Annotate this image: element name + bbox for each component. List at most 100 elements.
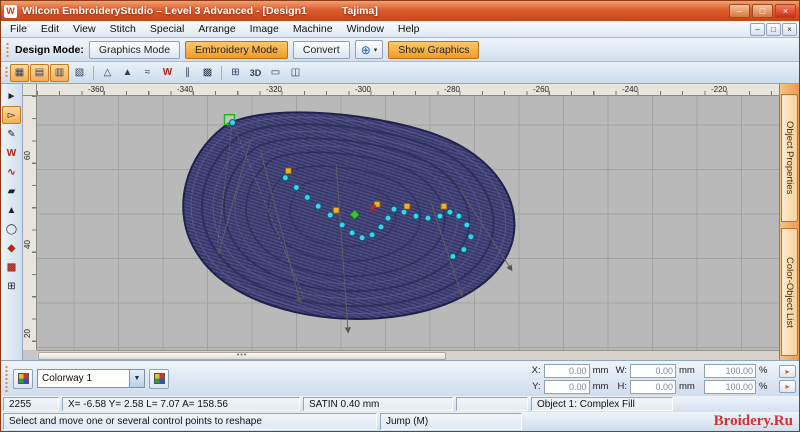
ruler-label: 40 <box>22 240 32 249</box>
x-label: X: <box>531 365 541 376</box>
reshape-tool[interactable]: ▻ <box>2 106 21 124</box>
scrollbar-thumb[interactable]: ••• <box>38 351 447 360</box>
status-bar: 2255 X= -6.58 Y= 2.58 L= 7.07 A= 158.56 … <box>1 396 799 412</box>
wave-stitch-icon[interactable]: ≈ <box>138 64 157 82</box>
colorway-select[interactable]: Colorway 1 ▼ <box>37 369 145 388</box>
design-workspace: -360 -340 -320 -300 -280 -260 -240 -220 … <box>23 84 779 360</box>
menu-file[interactable]: File <box>3 22 34 36</box>
edit-colorways-icon <box>153 373 165 384</box>
overview-window-icon[interactable]: ◫ <box>286 64 305 82</box>
ruler-label: -320 <box>265 85 283 94</box>
docker-tab-strip: Object Properties Color-Object List <box>779 84 799 360</box>
colorway-toolbar: Colorway 1 ▼ X: mm W: mm % Y: mm H: mm %… <box>1 360 799 396</box>
selected-object-info: Object 1: Complex Fill <box>531 397 673 411</box>
mdi-close-button[interactable]: × <box>782 22 797 36</box>
stitch-count: 2255 <box>3 397 59 411</box>
h-label: H: <box>617 381 628 392</box>
w-label: W: <box>615 365 627 376</box>
3d-view-icon[interactable]: 3D <box>246 64 265 82</box>
ruler-label: -340 <box>176 85 194 94</box>
hoop-globe-button[interactable]: ⊕ ▾ <box>354 40 384 59</box>
window-title-machine: Tajima] <box>341 5 378 17</box>
pattern-stitch-icon[interactable]: ▩ <box>198 64 217 82</box>
hoop-view-icon[interactable]: ▭ <box>266 64 285 82</box>
menu-machine[interactable]: Machine <box>286 22 340 36</box>
mirror-merge-tool[interactable]: ▩ <box>2 258 21 276</box>
menu-view[interactable]: View <box>66 22 103 36</box>
scale-x-unit: % <box>759 365 768 376</box>
ruler-label: 60 <box>22 151 32 160</box>
contour-stitch-icon[interactable]: △ <box>98 64 117 82</box>
y-field[interactable] <box>543 379 590 394</box>
toolbar-grip-3[interactable] <box>4 365 9 392</box>
scale-apply-button[interactable]: ▸ <box>779 379 796 393</box>
convert-button[interactable]: Convert <box>292 40 350 59</box>
design-view-icon[interactable]: ▦ <box>10 63 29 82</box>
title-bar: W Wilcom EmbroideryStudio – Level 3 Adva… <box>1 1 799 21</box>
digitize-tool[interactable]: ✎ <box>2 125 21 143</box>
grid-view-icon[interactable]: ⊞ <box>226 64 245 82</box>
prompt-filler <box>525 413 711 430</box>
x-field[interactable] <box>543 363 590 378</box>
menu-image[interactable]: Image <box>243 22 286 36</box>
status-spacer <box>456 397 528 411</box>
scale-y-unit: % <box>759 381 768 392</box>
y-unit: mm <box>592 381 609 392</box>
needle-points-icon[interactable]: ▧ <box>70 64 89 82</box>
hatch-stitch-icon[interactable]: ∥ <box>178 64 197 82</box>
menu-window[interactable]: Window <box>340 22 391 36</box>
pointer-position: X= -6.58 Y= 2.58 L= 7.07 A= 158.56 <box>62 397 300 411</box>
scale-x-field[interactable] <box>704 363 756 378</box>
scale-y-field[interactable] <box>704 379 756 394</box>
w-field[interactable] <box>630 363 676 378</box>
menu-stitch[interactable]: Stitch <box>103 22 143 36</box>
menu-edit[interactable]: Edit <box>34 22 66 36</box>
mdi-restore-button[interactable]: □ <box>766 22 781 36</box>
menu-arrange[interactable]: Arrange <box>191 22 242 36</box>
circle-tool[interactable]: ◯ <box>2 220 21 238</box>
horizontal-scrollbar[interactable]: ••• <box>37 350 779 360</box>
minimize-button[interactable]: – <box>729 4 750 18</box>
application-window: W Wilcom EmbroideryStudio – Level 3 Adva… <box>0 0 800 432</box>
ruler-label: -260 <box>532 85 550 94</box>
menu-bar: File Edit View Stitch Special Arrange Im… <box>1 21 799 38</box>
design-canvas[interactable] <box>37 96 779 350</box>
tab-color-object-list[interactable]: Color-Object List <box>781 228 798 356</box>
colorway-palette-icon <box>17 373 29 384</box>
embroidery-mode-button[interactable]: Embroidery Mode <box>185 40 288 59</box>
fill-stitch-icon[interactable]: ▲ <box>118 64 137 82</box>
lettering-stitch-icon[interactable]: W <box>158 64 177 82</box>
hint-text: Select and move one or several control p… <box>3 413 377 430</box>
colorway-icon-button[interactable] <box>13 368 33 389</box>
dropdown-arrow-icon[interactable]: ▼ <box>129 370 144 387</box>
mdi-minimize-button[interactable]: – <box>750 22 765 36</box>
select-tool[interactable]: ► <box>2 87 21 105</box>
mode-toolbar: Design Mode: Graphics Mode Embroidery Mo… <box>1 38 799 62</box>
transform-panel: X: mm W: mm % Y: mm H: mm % <box>532 363 775 394</box>
grid-tool[interactable]: ⊞ <box>2 277 21 295</box>
complex-fill-tool[interactable]: ▲ <box>2 201 21 219</box>
satin-tool[interactable]: ▰ <box>2 182 21 200</box>
menu-help[interactable]: Help <box>391 22 427 36</box>
toolbar-grip[interactable] <box>5 42 10 57</box>
graphics-mode-button[interactable]: Graphics Mode <box>88 40 181 59</box>
shape-tool[interactable]: ◆ <box>2 239 21 257</box>
close-button[interactable]: × <box>775 4 796 18</box>
maximize-button[interactable]: □ <box>752 4 773 18</box>
ruler-label: -240 <box>621 85 639 94</box>
edit-colorways-button[interactable] <box>149 368 169 389</box>
design-mode-label: Design Mode: <box>15 43 84 56</box>
h-field[interactable] <box>630 379 676 394</box>
view-toolbar: ▦ ▤ ▥ ▧ △ ▲ ≈ W ∥ ▩ ⊞ 3D ▭ ◫ <box>1 62 799 84</box>
toolbar-grip-2[interactable] <box>4 66 9 79</box>
show-graphics-button[interactable]: Show Graphics <box>388 40 480 59</box>
menu-special[interactable]: Special <box>143 22 191 36</box>
lettering-tool[interactable]: W <box>2 144 21 162</box>
tab-object-properties[interactable]: Object Properties <box>781 94 798 222</box>
run-stitch-tool[interactable]: ∿ <box>2 163 21 181</box>
scale-lock-button[interactable]: ▸ <box>779 364 796 378</box>
stitch-view-icon[interactable]: ▤ <box>30 63 49 82</box>
artistic-view-icon[interactable]: ▥ <box>50 63 69 82</box>
vertical-ruler: 60 40 20 <box>23 96 37 350</box>
horizontal-ruler: -360 -340 -320 -300 -280 -260 -240 -220 <box>37 84 779 96</box>
